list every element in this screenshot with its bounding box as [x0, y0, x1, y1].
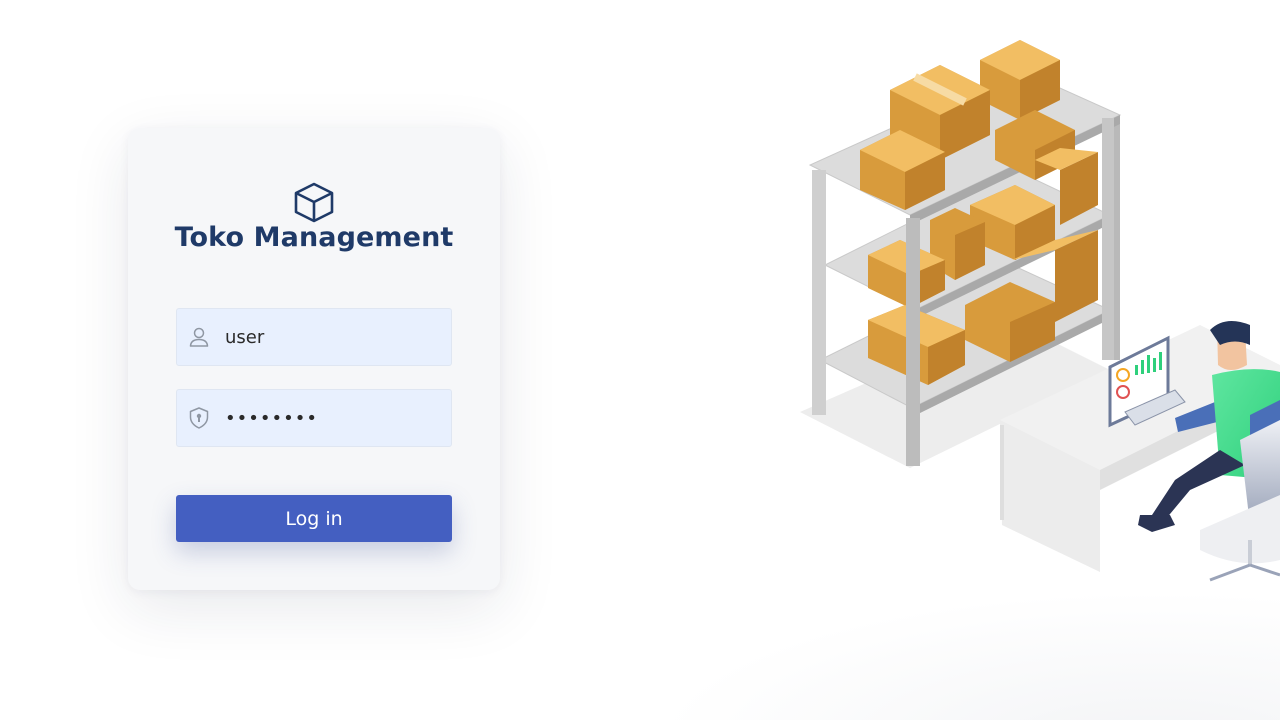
password-field[interactable] — [176, 389, 452, 447]
login-card: Toko Management Log in — [128, 128, 500, 590]
username-field[interactable] — [176, 308, 452, 366]
warehouse-illustration — [800, 40, 1280, 582]
app-title: Toko Management — [174, 222, 454, 253]
login-button[interactable]: Log in — [176, 495, 452, 542]
password-input[interactable] — [225, 390, 440, 446]
background-decoration — [650, 590, 1280, 720]
user-icon — [189, 327, 209, 347]
box-logo-icon — [294, 182, 334, 223]
username-input[interactable] — [225, 309, 440, 365]
shield-lock-icon — [189, 407, 209, 429]
